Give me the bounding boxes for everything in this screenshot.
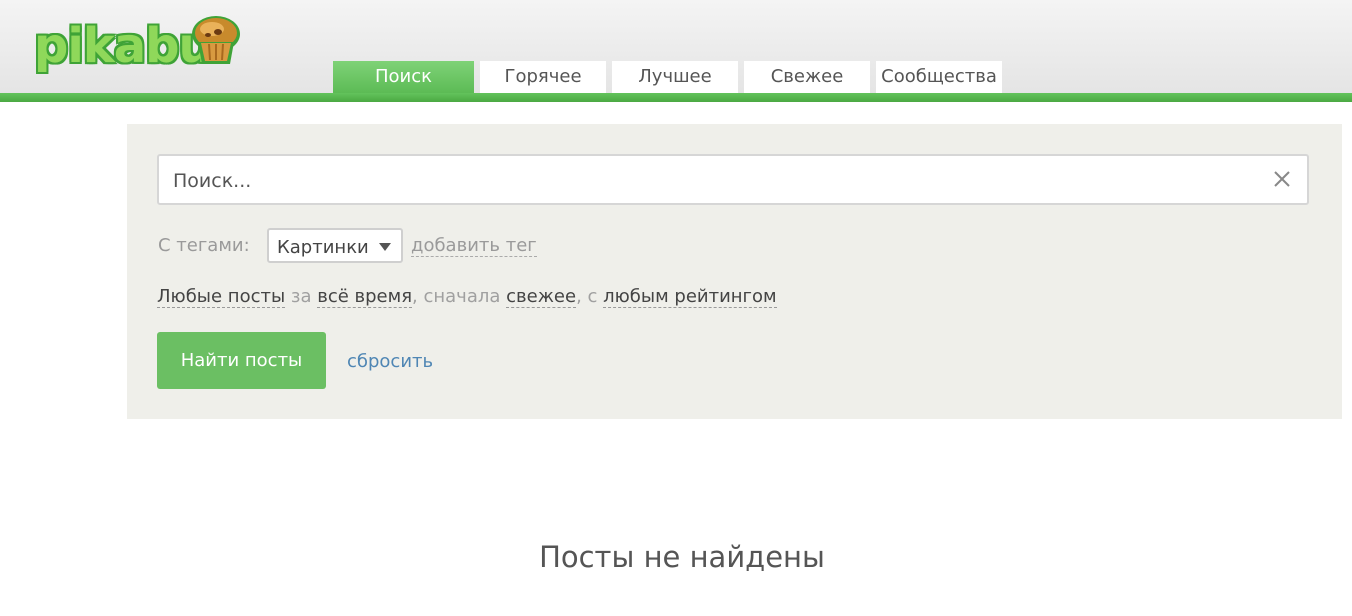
tab-best[interactable]: Лучшее — [612, 61, 738, 93]
filter-row: Любые посты за всё время, сначала свежее… — [157, 286, 777, 308]
add-tag-link[interactable]: добавить тег — [411, 235, 537, 257]
reset-link[interactable]: сбросить — [347, 351, 433, 372]
find-posts-button[interactable]: Найти посты — [157, 332, 326, 389]
tab-new[interactable]: Свежее — [744, 61, 870, 93]
header-divider — [0, 93, 1352, 102]
filter-separator: за — [285, 286, 318, 307]
filter-separator: , с — [576, 286, 604, 307]
empty-results-message: Посты не найдены — [539, 540, 825, 574]
rating-filter-link[interactable]: любым рейтингом — [603, 286, 777, 308]
search-panel: С тегами: Картинки добавить тег Любые по… — [127, 124, 1342, 419]
search-box — [157, 154, 1309, 205]
tab-search[interactable]: Поиск — [333, 61, 474, 93]
tags-label: С тегами: — [158, 235, 250, 256]
tag-select-value: Картинки — [277, 237, 369, 258]
search-input[interactable] — [171, 156, 1265, 205]
site-header: pikabu Поиск Горячее Лучшее Свежее Сообщ… — [0, 0, 1352, 102]
close-icon[interactable] — [1273, 170, 1291, 188]
tab-hot[interactable]: Горячее — [480, 61, 606, 93]
logo-text: pikabu — [34, 18, 213, 74]
order-filter-link[interactable]: свежее — [506, 286, 577, 308]
posts-filter-link[interactable]: Любые посты — [157, 286, 286, 308]
filter-separator: , сначала — [412, 286, 507, 307]
period-filter-link[interactable]: всё время — [317, 286, 413, 308]
tag-select[interactable]: Картинки — [267, 228, 403, 263]
chevron-down-icon — [379, 243, 391, 251]
muffin-icon — [192, 16, 240, 64]
pikabu-logo[interactable]: pikabu — [30, 12, 250, 74]
tab-communities[interactable]: Сообщества — [876, 61, 1002, 93]
